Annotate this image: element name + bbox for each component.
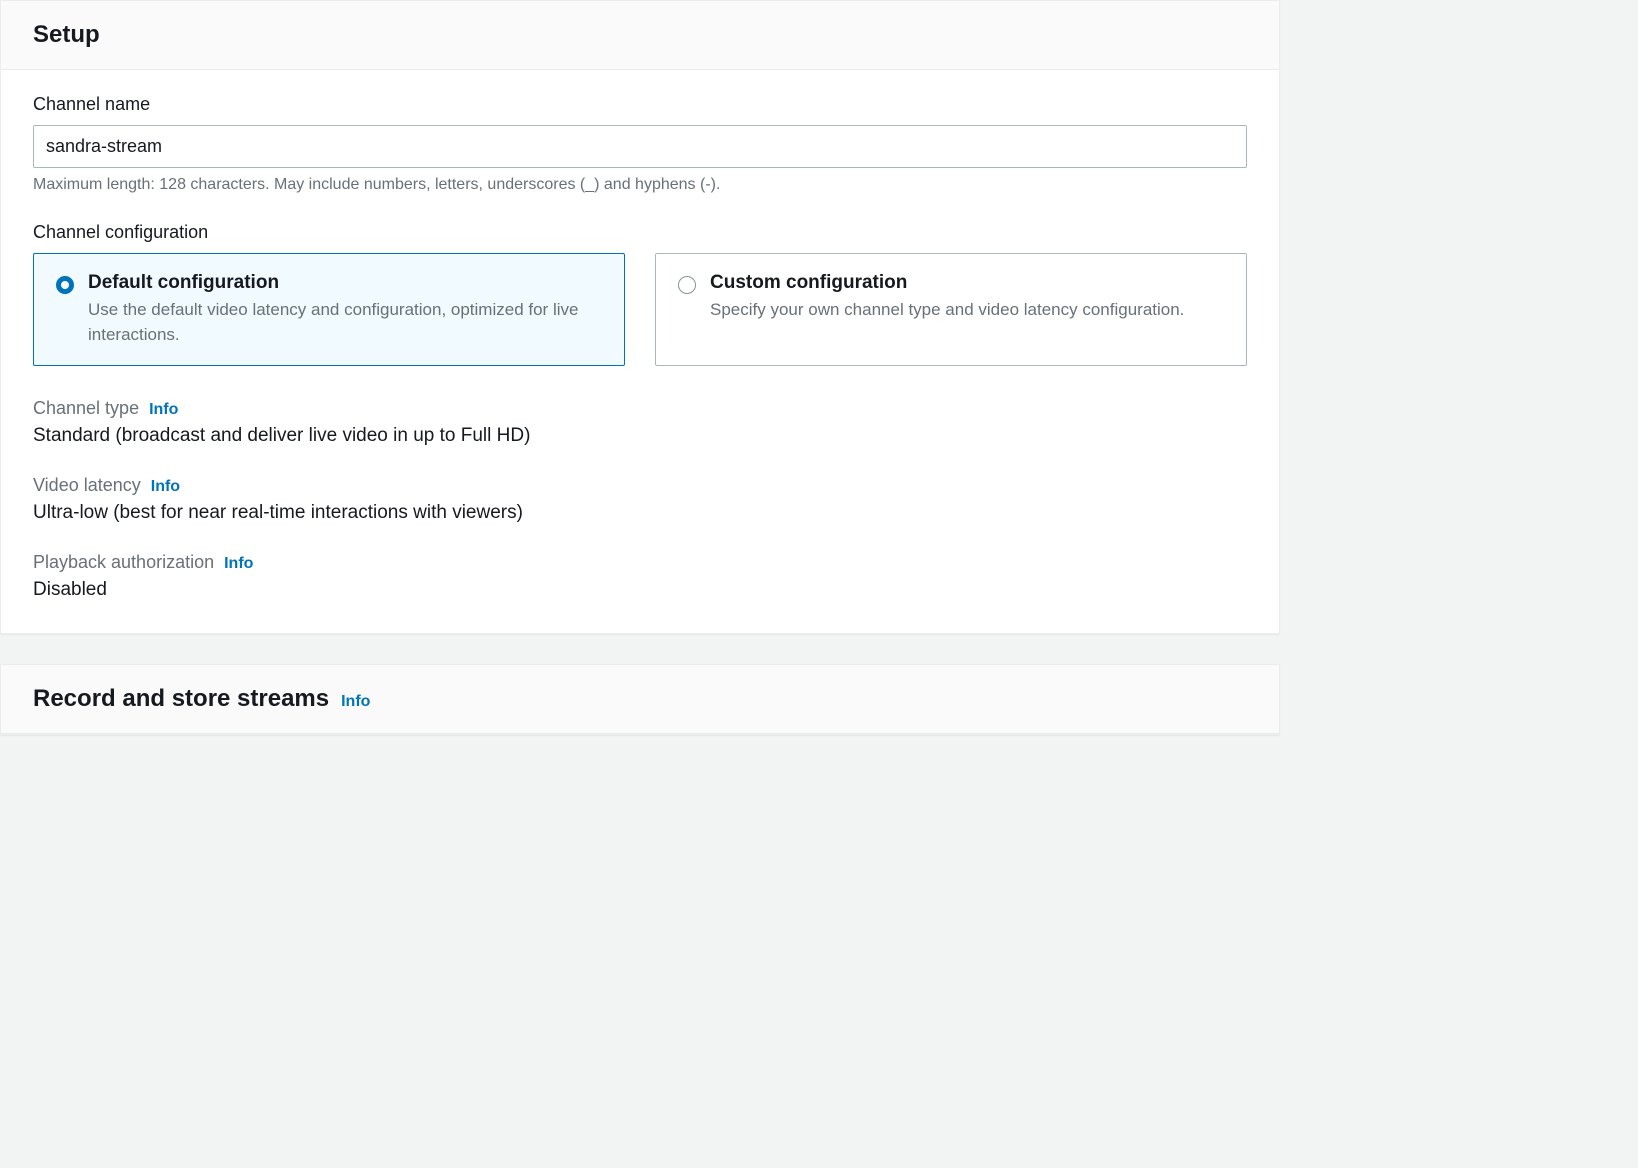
channel-name-helper: Maximum length: 128 characters. May incl… [33,176,1247,194]
channel-config-label: Channel configuration [33,222,1247,243]
playback-auth-label-row: Playback authorization Info [33,552,1247,573]
config-option-title: Custom configuration [710,272,1224,294]
channel-type-info-link[interactable]: Info [149,401,178,419]
setup-panel-header: Setup [1,1,1279,70]
playback-auth-value: Disabled [33,579,1247,601]
radio-icon [678,276,696,294]
setup-panel-body: Channel name Maximum length: 128 charact… [1,70,1279,633]
playback-auth-label: Playback authorization [33,552,214,573]
channel-type-label-row: Channel type Info [33,398,1247,419]
channel-details: Channel type Info Standard (broadcast an… [33,398,1247,601]
channel-type-value: Standard (broadcast and deliver live vid… [33,425,1247,447]
config-option-title: Default configuration [88,272,602,294]
channel-name-input[interactable] [33,125,1247,168]
setup-panel-title: Setup [33,21,1247,49]
channel-type-item: Channel type Info Standard (broadcast an… [33,398,1247,447]
setup-panel: Setup Channel name Maximum length: 128 c… [0,0,1280,634]
config-option-description: Use the default video latency and config… [88,298,602,347]
playback-auth-info-link[interactable]: Info [224,555,253,573]
channel-config-options: Default configuration Use the default vi… [33,253,1247,366]
channel-config-group: Channel configuration Default configurat… [33,222,1247,366]
record-panel-title: Record and store streams [33,685,329,713]
config-option-default[interactable]: Default configuration Use the default vi… [33,253,625,366]
video-latency-label: Video latency [33,475,141,496]
channel-name-group: Channel name Maximum length: 128 charact… [33,94,1247,194]
channel-type-label: Channel type [33,398,139,419]
channel-name-label: Channel name [33,94,1247,115]
record-panel: Record and store streams Info [0,664,1280,735]
video-latency-item: Video latency Info Ultra-low (best for n… [33,475,1247,524]
video-latency-info-link[interactable]: Info [151,478,180,496]
video-latency-label-row: Video latency Info [33,475,1247,496]
config-option-custom[interactable]: Custom configuration Specify your own ch… [655,253,1247,366]
radio-icon [56,276,74,294]
radio-content: Custom configuration Specify your own ch… [710,272,1224,323]
config-option-description: Specify your own channel type and video … [710,298,1224,323]
video-latency-value: Ultra-low (best for near real-time inter… [33,502,1247,524]
record-panel-header: Record and store streams Info [1,665,1279,734]
radio-content: Default configuration Use the default vi… [88,272,602,347]
record-info-link[interactable]: Info [341,693,370,711]
playback-auth-item: Playback authorization Info Disabled [33,552,1247,601]
